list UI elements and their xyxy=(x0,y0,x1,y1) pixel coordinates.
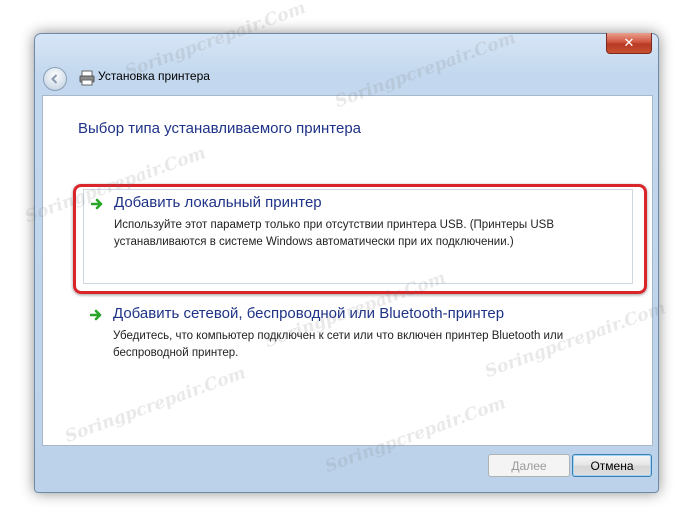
option-title: Добавить сетевой, беспроводной или Bluet… xyxy=(113,305,505,322)
option-description: Убедитесь, что компьютер подключен к сет… xyxy=(113,330,564,359)
printer-wizard-window: ✕ Установка принтера Выбор типа устанавл… xyxy=(34,33,659,493)
back-arrow-icon xyxy=(51,74,58,84)
printer-icon xyxy=(79,70,95,86)
window-title: Установка принтера xyxy=(98,69,210,83)
next-button[interactable]: Далее xyxy=(488,454,570,477)
cancel-button[interactable]: Отмена xyxy=(572,454,652,477)
green-arrow-icon xyxy=(90,309,102,321)
close-button[interactable]: ✕ xyxy=(606,33,652,54)
page-heading: Выбор типа устанавливаемого принтера xyxy=(78,120,362,137)
add-network-printer-option[interactable]: Добавить сетевой, беспроводной или Bluet… xyxy=(83,301,631,377)
highlight-frame xyxy=(73,184,647,294)
wizard-content: Выбор типа устанавливаемого принтера Доб… xyxy=(42,95,653,446)
close-icon: ✕ xyxy=(623,35,635,51)
back-button[interactable] xyxy=(43,67,67,91)
